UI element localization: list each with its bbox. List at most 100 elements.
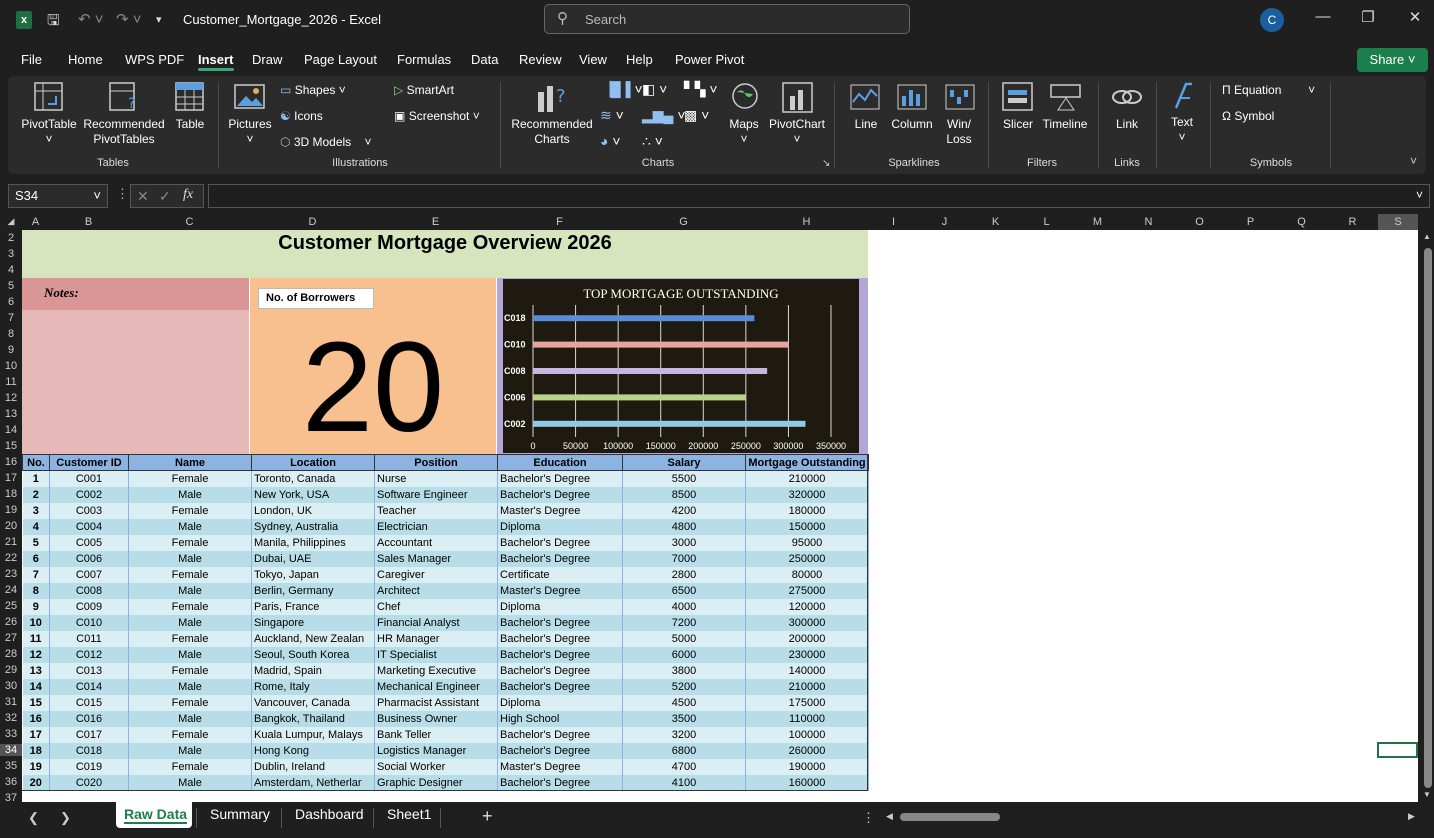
table-cell[interactable]: 110000 bbox=[745, 710, 869, 727]
column-header[interactable]: G bbox=[622, 216, 745, 228]
menu-review[interactable]: Review bbox=[519, 52, 562, 67]
table-cell[interactable]: 4100 bbox=[622, 774, 746, 791]
column-header[interactable]: B bbox=[49, 216, 128, 228]
table-cell[interactable]: 20 bbox=[22, 774, 50, 791]
table-cell[interactable]: Male bbox=[128, 550, 252, 567]
row-header[interactable]: 2 bbox=[0, 232, 22, 244]
table-cell[interactable]: 1 bbox=[22, 470, 50, 487]
hierarchy-chart-button[interactable]: ◧ ˅ bbox=[642, 82, 667, 97]
table-cell[interactable]: Female bbox=[128, 598, 252, 615]
table-cell[interactable]: Male bbox=[128, 646, 252, 663]
close-icon[interactable]: ✕ bbox=[1400, 8, 1430, 26]
row-header[interactable]: 7 bbox=[0, 312, 22, 324]
table-cell[interactable]: 13 bbox=[22, 662, 50, 679]
row-header[interactable]: 33 bbox=[0, 728, 22, 740]
column-chart-button[interactable]: ▕█▐ ˅ bbox=[600, 82, 643, 97]
row-header[interactable]: 11 bbox=[0, 376, 22, 388]
column-header[interactable]: L bbox=[1021, 216, 1072, 228]
table-cell[interactable]: 16 bbox=[22, 710, 50, 727]
table-cell[interactable]: HR Manager bbox=[374, 630, 498, 647]
column-header[interactable]: N bbox=[1123, 216, 1174, 228]
table-cell[interactable]: C015 bbox=[49, 694, 129, 711]
chart-bar[interactable] bbox=[533, 394, 746, 401]
table-cell[interactable]: 4700 bbox=[622, 758, 746, 775]
table-cell[interactable]: Paris, France bbox=[251, 598, 375, 615]
row-header[interactable]: 19 bbox=[0, 504, 22, 516]
table-cell[interactable]: C013 bbox=[49, 662, 129, 679]
table-cell[interactable]: Female bbox=[128, 694, 252, 711]
table-cell[interactable]: 150000 bbox=[745, 518, 869, 535]
scatter-chart-button[interactable]: ∴ ˅ bbox=[642, 134, 663, 149]
table-cell[interactable]: Logistics Manager bbox=[374, 742, 498, 759]
symbol-button[interactable]: Ω Symbol bbox=[1222, 109, 1274, 124]
table-cell[interactable]: Hong Kong bbox=[251, 742, 375, 759]
table-cell[interactable]: 18 bbox=[22, 742, 50, 759]
table-cell[interactable]: Dublin, Ireland bbox=[251, 758, 375, 775]
table-cell[interactable]: 4200 bbox=[622, 502, 746, 519]
column-heading[interactable]: Customer ID bbox=[49, 454, 129, 471]
table-cell[interactable]: Male bbox=[128, 486, 252, 503]
row-header[interactable]: 9 bbox=[0, 344, 22, 356]
menu-draw[interactable]: Draw bbox=[252, 52, 282, 67]
table-cell[interactable]: Bank Teller bbox=[374, 726, 498, 743]
row-header[interactable]: 32 bbox=[0, 712, 22, 724]
column-header[interactable]: E bbox=[374, 216, 497, 228]
pie-chart-button[interactable]: ◕ ˅ bbox=[600, 134, 621, 149]
maps-button[interactable]: Maps ˅ bbox=[722, 117, 766, 147]
table-cell[interactable]: 6 bbox=[22, 550, 50, 567]
table-cell[interactable]: Bachelor's Degree bbox=[497, 678, 623, 695]
table-cell[interactable]: Accountant bbox=[374, 534, 498, 551]
table-cell[interactable]: Bachelor's Degree bbox=[497, 486, 623, 503]
table-cell[interactable]: Berlin, Germany bbox=[251, 582, 375, 599]
table-cell[interactable]: Pharmacist Assistant bbox=[374, 694, 498, 711]
sparkline-line-button[interactable]: Line bbox=[846, 117, 886, 132]
table-cell[interactable]: 260000 bbox=[745, 742, 869, 759]
recommended-charts-button[interactable]: Recommended Charts bbox=[508, 117, 596, 147]
table-cell[interactable]: 2800 bbox=[622, 566, 746, 583]
smartart-button[interactable]: ▷ SmartArt bbox=[394, 83, 454, 98]
column-heading[interactable]: Education bbox=[497, 454, 623, 471]
table-cell[interactable]: Bachelor's Degree bbox=[497, 646, 623, 663]
row-header[interactable]: 37 bbox=[0, 792, 22, 804]
share-button[interactable]: Share ˅ bbox=[1357, 48, 1428, 72]
3d-models-button[interactable]: ⬡ 3D Models ˅ bbox=[280, 135, 372, 150]
table-cell[interactable]: 5 bbox=[22, 534, 50, 551]
row-header[interactable]: 36 bbox=[0, 776, 22, 788]
table-cell[interactable]: 180000 bbox=[745, 502, 869, 519]
menu-wps-pdf[interactable]: WPS PDF bbox=[125, 52, 184, 67]
menu-data[interactable]: Data bbox=[471, 52, 498, 67]
table-cell[interactable]: Diploma bbox=[497, 598, 623, 615]
table-button[interactable]: Table bbox=[170, 117, 210, 132]
table-cell[interactable]: 190000 bbox=[745, 758, 869, 775]
selected-cell-s34[interactable] bbox=[1377, 742, 1418, 758]
table-cell[interactable]: 4 bbox=[22, 518, 50, 535]
row-header[interactable]: 17 bbox=[0, 472, 22, 484]
table-cell[interactable]: Female bbox=[128, 758, 252, 775]
statistic-chart-button[interactable]: ▂▆▄ ˅ bbox=[642, 108, 686, 123]
table-cell[interactable]: C004 bbox=[49, 518, 129, 535]
table-cell[interactable]: 200000 bbox=[745, 630, 869, 647]
table-cell[interactable]: 4000 bbox=[622, 598, 746, 615]
insert-function-icon[interactable]: fx bbox=[183, 187, 193, 203]
menu-power-pivot[interactable]: Power Pivot bbox=[675, 52, 744, 67]
table-cell[interactable]: 140000 bbox=[745, 662, 869, 679]
table-cell[interactable]: Female bbox=[128, 470, 252, 487]
notes-area[interactable] bbox=[22, 310, 249, 454]
column-header[interactable]: C bbox=[128, 216, 251, 228]
save-icon[interactable]: 🖫 bbox=[47, 10, 60, 35]
table-cell[interactable]: New York, USA bbox=[251, 486, 375, 503]
minimize-icon[interactable]: — bbox=[1308, 8, 1338, 25]
table-cell[interactable]: High School bbox=[497, 710, 623, 727]
pivottable-button[interactable]: PivotTable ˅ bbox=[18, 117, 80, 147]
sparkline-column-button[interactable]: Column bbox=[886, 117, 938, 132]
table-cell[interactable]: Manila, Philippines bbox=[251, 534, 375, 551]
horizontal-scroll-thumb[interactable] bbox=[900, 813, 1000, 821]
column-heading[interactable]: Position bbox=[374, 454, 498, 471]
table-cell[interactable]: Sydney, Australia bbox=[251, 518, 375, 535]
row-header[interactable]: 21 bbox=[0, 536, 22, 548]
redo-icon[interactable]: ↷ ˅ bbox=[116, 10, 142, 28]
table-cell[interactable]: 12 bbox=[22, 646, 50, 663]
row-header[interactable]: 24 bbox=[0, 584, 22, 596]
table-cell[interactable]: 17 bbox=[22, 726, 50, 743]
table-cell[interactable]: C008 bbox=[49, 582, 129, 599]
